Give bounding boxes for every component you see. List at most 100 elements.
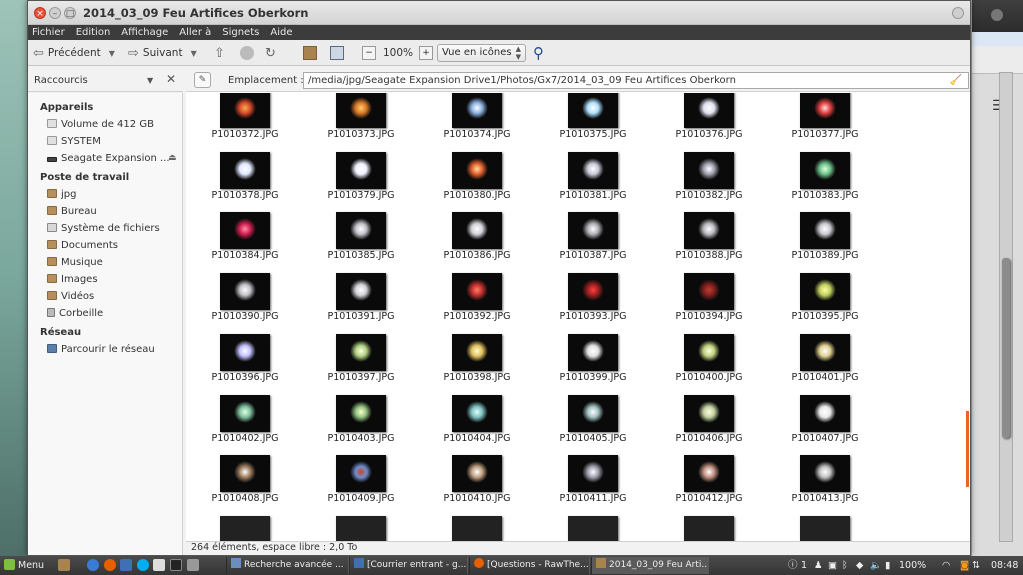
chrome-icon[interactable] — [87, 559, 99, 571]
file-item[interactable]: P1010406.JPG — [665, 386, 753, 444]
file-item[interactable]: P1010382.JPG — [665, 143, 753, 201]
bluetooth-icon[interactable]: ᛒ — [842, 558, 848, 573]
stop-icon[interactable] — [240, 46, 254, 60]
file-item-partial[interactable] — [317, 507, 405, 541]
zoom-in-icon[interactable]: + — [419, 46, 433, 60]
file-item[interactable]: P1010405.JPG — [549, 386, 637, 444]
file-item[interactable]: P1010378.JPG — [201, 143, 289, 201]
network-tray-icon[interactable]: ⇅ — [972, 558, 980, 573]
file-item[interactable]: P1010372.JPG — [201, 93, 289, 140]
file-item[interactable]: P1010390.JPG — [201, 264, 289, 322]
background-window-close-icon[interactable] — [991, 9, 1003, 21]
home-folder-icon[interactable] — [303, 46, 317, 60]
wifi-icon[interactable]: ◠ — [942, 558, 950, 573]
edit-location-icon[interactable]: ✎ — [194, 72, 211, 88]
file-view-scrollbar[interactable] — [966, 93, 970, 541]
sidebar-item-images[interactable]: Images — [28, 271, 182, 288]
menu-fichier[interactable]: Fichier — [32, 27, 65, 38]
forward-button[interactable]: ⇨ Suivant ▼ — [128, 45, 197, 61]
sidebar-item-documents[interactable]: Documents — [28, 237, 182, 254]
skype-icon[interactable] — [137, 559, 149, 571]
search-icon[interactable]: ⚲ — [533, 44, 544, 62]
terminal-icon[interactable] — [170, 559, 182, 571]
thunderbird-icon[interactable] — [120, 559, 132, 571]
view-mode-select[interactable]: Vue en icônes ▲ ▼ — [437, 44, 526, 62]
menu-signets[interactable]: Signets — [222, 27, 259, 38]
file-item-partial[interactable] — [781, 507, 869, 541]
title-bar[interactable]: × – □ 2014_03_09 Feu Artifices Oberkorn — [28, 1, 970, 25]
forward-history-dropdown-icon[interactable]: ▼ — [191, 49, 197, 58]
task-file-manager[interactable]: 2014_03_09 Feu Arti... — [591, 557, 709, 574]
file-item[interactable]: P1010409.JPG — [317, 446, 405, 504]
file-item[interactable]: P1010373.JPG — [317, 93, 405, 140]
menu-affichage[interactable]: Affichage — [121, 27, 168, 38]
back-button[interactable]: ⇦ Précédent ▼ — [33, 45, 115, 61]
file-item[interactable]: P1010379.JPG — [317, 143, 405, 201]
file-item[interactable]: P1010402.JPG — [201, 386, 289, 444]
file-item[interactable]: P1010388.JPG — [665, 203, 753, 261]
window-menu-icon[interactable] — [952, 7, 964, 19]
menu-edition[interactable]: Edition — [76, 27, 111, 38]
volume-icon[interactable]: 🔈 — [870, 558, 882, 573]
rss-icon[interactable]: ◙ — [960, 558, 969, 573]
sidebar-mode-dropdown-icon[interactable]: ▼ — [147, 76, 153, 85]
maximize-icon[interactable]: □ — [64, 7, 76, 19]
file-item[interactable]: P1010413.JPG — [781, 446, 869, 504]
sidebar-close-icon[interactable]: ✕ — [166, 72, 176, 86]
file-item[interactable]: P1010400.JPG — [665, 325, 753, 383]
sidebar-item-corbeille[interactable]: Corbeille — [28, 305, 182, 322]
file-item[interactable]: P1010374.JPG — [433, 93, 521, 140]
eject-icon[interactable]: ⏏ — [168, 150, 177, 167]
file-item[interactable]: P1010412.JPG — [665, 446, 753, 504]
background-window-scrollbar[interactable] — [999, 72, 1013, 542]
calculator-icon[interactable] — [187, 559, 199, 571]
reload-button[interactable]: ↻ — [265, 45, 280, 61]
file-item[interactable]: P1010385.JPG — [317, 203, 405, 261]
file-item[interactable]: P1010411.JPG — [549, 446, 637, 504]
file-item[interactable]: P1010403.JPG — [317, 386, 405, 444]
file-item[interactable]: P1010384.JPG — [201, 203, 289, 261]
file-item[interactable]: P1010391.JPG — [317, 264, 405, 322]
sidebar-item-musique[interactable]: Musique — [28, 254, 182, 271]
zoom-out-icon[interactable]: − — [362, 46, 376, 60]
sidebar-item-videos[interactable]: Vidéos — [28, 288, 182, 305]
file-item[interactable]: P1010393.JPG — [549, 264, 637, 322]
file-item[interactable]: P1010376.JPG — [665, 93, 753, 140]
file-item[interactable]: P1010408.JPG — [201, 446, 289, 504]
clear-location-icon[interactable]: 🧹 — [950, 73, 962, 88]
file-item[interactable]: P1010407.JPG — [781, 386, 869, 444]
file-item[interactable]: P1010397.JPG — [317, 325, 405, 383]
back-history-dropdown-icon[interactable]: ▼ — [109, 49, 115, 58]
clipboard-icon[interactable]: ▣ — [828, 558, 837, 573]
file-item-partial[interactable] — [201, 507, 289, 541]
show-desktop-icon[interactable] — [58, 559, 70, 571]
file-item[interactable]: P1010396.JPG — [201, 325, 289, 383]
file-item[interactable]: P1010404.JPG — [433, 386, 521, 444]
task-search[interactable]: Recherche avancée ... — [226, 557, 349, 574]
file-item[interactable]: P1010392.JPG — [433, 264, 521, 322]
file-item[interactable]: P1010399.JPG — [549, 325, 637, 383]
file-item[interactable]: P1010381.JPG — [549, 143, 637, 201]
sidebar-item-filesystem[interactable]: Système de fichiers — [28, 220, 182, 237]
file-item[interactable]: P1010383.JPG — [781, 143, 869, 201]
file-item[interactable]: P1010380.JPG — [433, 143, 521, 201]
sidebar-item-browse-network[interactable]: Parcourir le réseau — [28, 341, 182, 358]
menu-aller[interactable]: Aller à — [179, 27, 211, 38]
sidebar-item-jpg[interactable]: jpg — [28, 186, 182, 203]
task-mail[interactable]: [Courrier entrant - g... — [349, 557, 468, 574]
info-icon[interactable]: ⓘ — [788, 558, 798, 573]
menu-button[interactable]: Menu — [4, 558, 44, 573]
file-item[interactable]: P1010394.JPG — [665, 264, 753, 322]
file-item[interactable]: P1010389.JPG — [781, 203, 869, 261]
sidebar-item-volume-412gb[interactable]: Volume de 412 GB — [28, 116, 182, 133]
file-item[interactable]: P1010387.JPG — [549, 203, 637, 261]
task-browser[interactable]: [Questions - RawThe... — [469, 557, 590, 574]
shield-icon[interactable]: ◆ — [856, 558, 863, 573]
file-item-partial[interactable] — [549, 507, 637, 541]
sidebar-item-bureau[interactable]: Bureau — [28, 203, 182, 220]
file-item[interactable]: P1010375.JPG — [549, 93, 637, 140]
up-button[interactable]: ⇧ — [214, 45, 229, 61]
menu-aide[interactable]: Aide — [270, 27, 292, 38]
background-window[interactable]: ☰ — [971, 0, 1023, 556]
battery-icon[interactable]: ▮ — [885, 558, 890, 573]
